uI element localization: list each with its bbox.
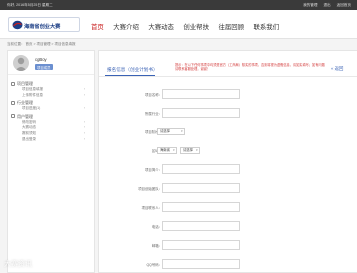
sidebar: cgBoy 项目成员 项目管理 项目信息填报 › 上传附件信息 › 行业管理 项… bbox=[7, 50, 95, 273]
role-badge: 项目成员 bbox=[35, 64, 53, 70]
industry-input[interactable] bbox=[162, 108, 240, 118]
home-link[interactable]: 返回首页 bbox=[337, 3, 351, 7]
logout-link[interactable]: 退出 bbox=[323, 3, 330, 7]
main-nav: 首页 大赛介绍 大赛动态 创业帮扶 往届回顾 联系我们 bbox=[91, 22, 289, 31]
stage-select-value: 请选择 bbox=[160, 128, 170, 133]
form-row-contact: 项目联系人： bbox=[99, 202, 357, 212]
form-row-qq: QQ号码： bbox=[99, 259, 357, 269]
folder-icon bbox=[11, 114, 15, 119]
form-row-summary: 项目简介： bbox=[99, 164, 357, 174]
folder-icon bbox=[11, 100, 15, 105]
logo-emblem-icon bbox=[12, 20, 23, 30]
username: cgBoy bbox=[35, 57, 47, 62]
tab-bar: 报名信息（创业计划书） 提示：在以下任何事项中均须是官方（工商局）核实的事项，否… bbox=[99, 51, 357, 77]
sidebar-item-upload[interactable]: 上传附件信息 › bbox=[8, 93, 94, 99]
form-row-project-name: 项目名称： bbox=[99, 89, 357, 99]
field-label: 项目名称： bbox=[145, 93, 162, 97]
form-row-team: 项目创始团队： bbox=[99, 183, 357, 193]
folder-icon bbox=[11, 81, 15, 86]
sidebar-item-progress[interactable]: 项目进度(1) › bbox=[8, 106, 94, 112]
caret-down-icon: ▾ bbox=[173, 147, 175, 152]
sidebar-item-label: 大赛动态 bbox=[22, 125, 36, 130]
nav-review[interactable]: 往届回顾 bbox=[218, 22, 244, 31]
sidebar-group-label: 用户管理 bbox=[17, 113, 33, 119]
sidebar-item-label: 上传附件信息 bbox=[22, 92, 43, 97]
summary-input[interactable] bbox=[162, 164, 240, 174]
sidebar-group-label: 项目管理 bbox=[17, 81, 33, 86]
form-row-phone: 电话： bbox=[99, 221, 357, 231]
sidebar-menu: 项目管理 项目信息填报 › 上传附件信息 › 行业管理 项目进度(1) › 用户… bbox=[8, 79, 94, 142]
stage-select[interactable]: 请选择 ▾ bbox=[157, 127, 185, 135]
notice-text: 提示：在以下任何事项中均须是官方（工商局）核实的事项，否则将视为虚假信息，请如实… bbox=[175, 63, 325, 72]
sidebar-item-label: 项目进度(1) bbox=[22, 106, 41, 111]
sidebar-group-label: 行业管理 bbox=[17, 100, 33, 106]
user-avatar-icon bbox=[15, 57, 27, 71]
chevron-right-icon: › bbox=[83, 136, 85, 141]
watermark: 大赛资讯 bbox=[4, 261, 32, 268]
phone-input[interactable] bbox=[162, 221, 240, 231]
site-logo[interactable]: 海南省创业大赛 bbox=[8, 17, 80, 32]
field-label: 邮箱： bbox=[151, 244, 162, 248]
qq-input[interactable] bbox=[162, 259, 240, 269]
form-row-stage: 项目阶段： 请选择 ▾ bbox=[99, 126, 357, 136]
caret-down-icon: ▾ bbox=[196, 147, 198, 152]
nav-home[interactable]: 首页 bbox=[91, 22, 104, 31]
field-label: 项目联系人： bbox=[141, 206, 162, 210]
field-label: 电话： bbox=[151, 225, 162, 229]
sidebar-item-label: 退出登录 bbox=[22, 136, 36, 141]
form-row-industry: 所属行业： bbox=[99, 108, 357, 118]
main-panel: 报名信息（创业计划书） 提示：在以下任何事项中均须是官方（工商局）核实的事项，否… bbox=[98, 50, 357, 273]
avatar bbox=[13, 55, 29, 71]
contact-input[interactable] bbox=[162, 202, 240, 212]
header: 海南省创业大赛 首页 大赛介绍 大赛动态 创业帮扶 往届回顾 联系我们 bbox=[0, 10, 357, 39]
sidebar-item-label: 项目信息填报 bbox=[22, 87, 43, 91]
form-row-region: 区域： 海南省 ▾ 请选择 ▾ bbox=[99, 145, 357, 155]
breadcrumb: 当前位置： 首页 > 项目管理 > 项目信息填报 bbox=[7, 42, 76, 46]
user-card: cgBoy 项目成员 bbox=[8, 51, 94, 75]
field-label: 所属行业： bbox=[145, 112, 162, 116]
email-input[interactable] bbox=[162, 240, 240, 250]
logo-text: 海南省创业大赛 bbox=[24, 23, 61, 30]
team-input[interactable] bbox=[162, 183, 240, 193]
field-label: QQ号码： bbox=[146, 263, 162, 267]
province-select[interactable]: 海南省 ▾ bbox=[157, 146, 177, 154]
back-link[interactable]: « 返回 bbox=[331, 66, 343, 72]
sidebar-item-label: 修改密码 bbox=[22, 119, 36, 124]
nav-news[interactable]: 大赛动态 bbox=[148, 22, 174, 31]
project-name-input[interactable] bbox=[162, 89, 240, 99]
province-select-value: 海南省 bbox=[160, 147, 170, 152]
top-bar: 你好, 2016年5月25日 星期二 我的管理 退出 返回首页 bbox=[0, 0, 357, 10]
form-row-email: 邮箱： bbox=[99, 240, 357, 250]
chevron-right-icon: › bbox=[83, 106, 85, 111]
chevron-right-icon: › bbox=[83, 92, 85, 97]
my-manage-link[interactable]: 我的管理 bbox=[303, 3, 317, 7]
city-select[interactable]: 请选择 ▾ bbox=[180, 146, 200, 154]
nav-contact[interactable]: 联系我们 bbox=[254, 22, 280, 31]
tab-underline bbox=[105, 75, 155, 77]
city-select-value: 请选择 bbox=[183, 147, 193, 152]
welcome-text: 你好, 2016年5月25日 星期二 bbox=[7, 3, 53, 7]
sidebar-item-label: 赛前须知 bbox=[22, 130, 36, 135]
field-label: 项目简介： bbox=[145, 168, 162, 172]
top-links: 我的管理 退出 返回首页 bbox=[298, 3, 351, 8]
sidebar-item-logout[interactable]: 退出登录 › bbox=[8, 137, 94, 143]
nav-support[interactable]: 创业帮扶 bbox=[183, 22, 209, 31]
caret-down-icon: ▾ bbox=[181, 128, 183, 133]
field-label: 项目创始团队： bbox=[138, 187, 162, 191]
nav-about[interactable]: 大赛介绍 bbox=[113, 22, 139, 31]
tab-registration-info[interactable]: 报名信息（创业计划书） bbox=[107, 67, 158, 73]
